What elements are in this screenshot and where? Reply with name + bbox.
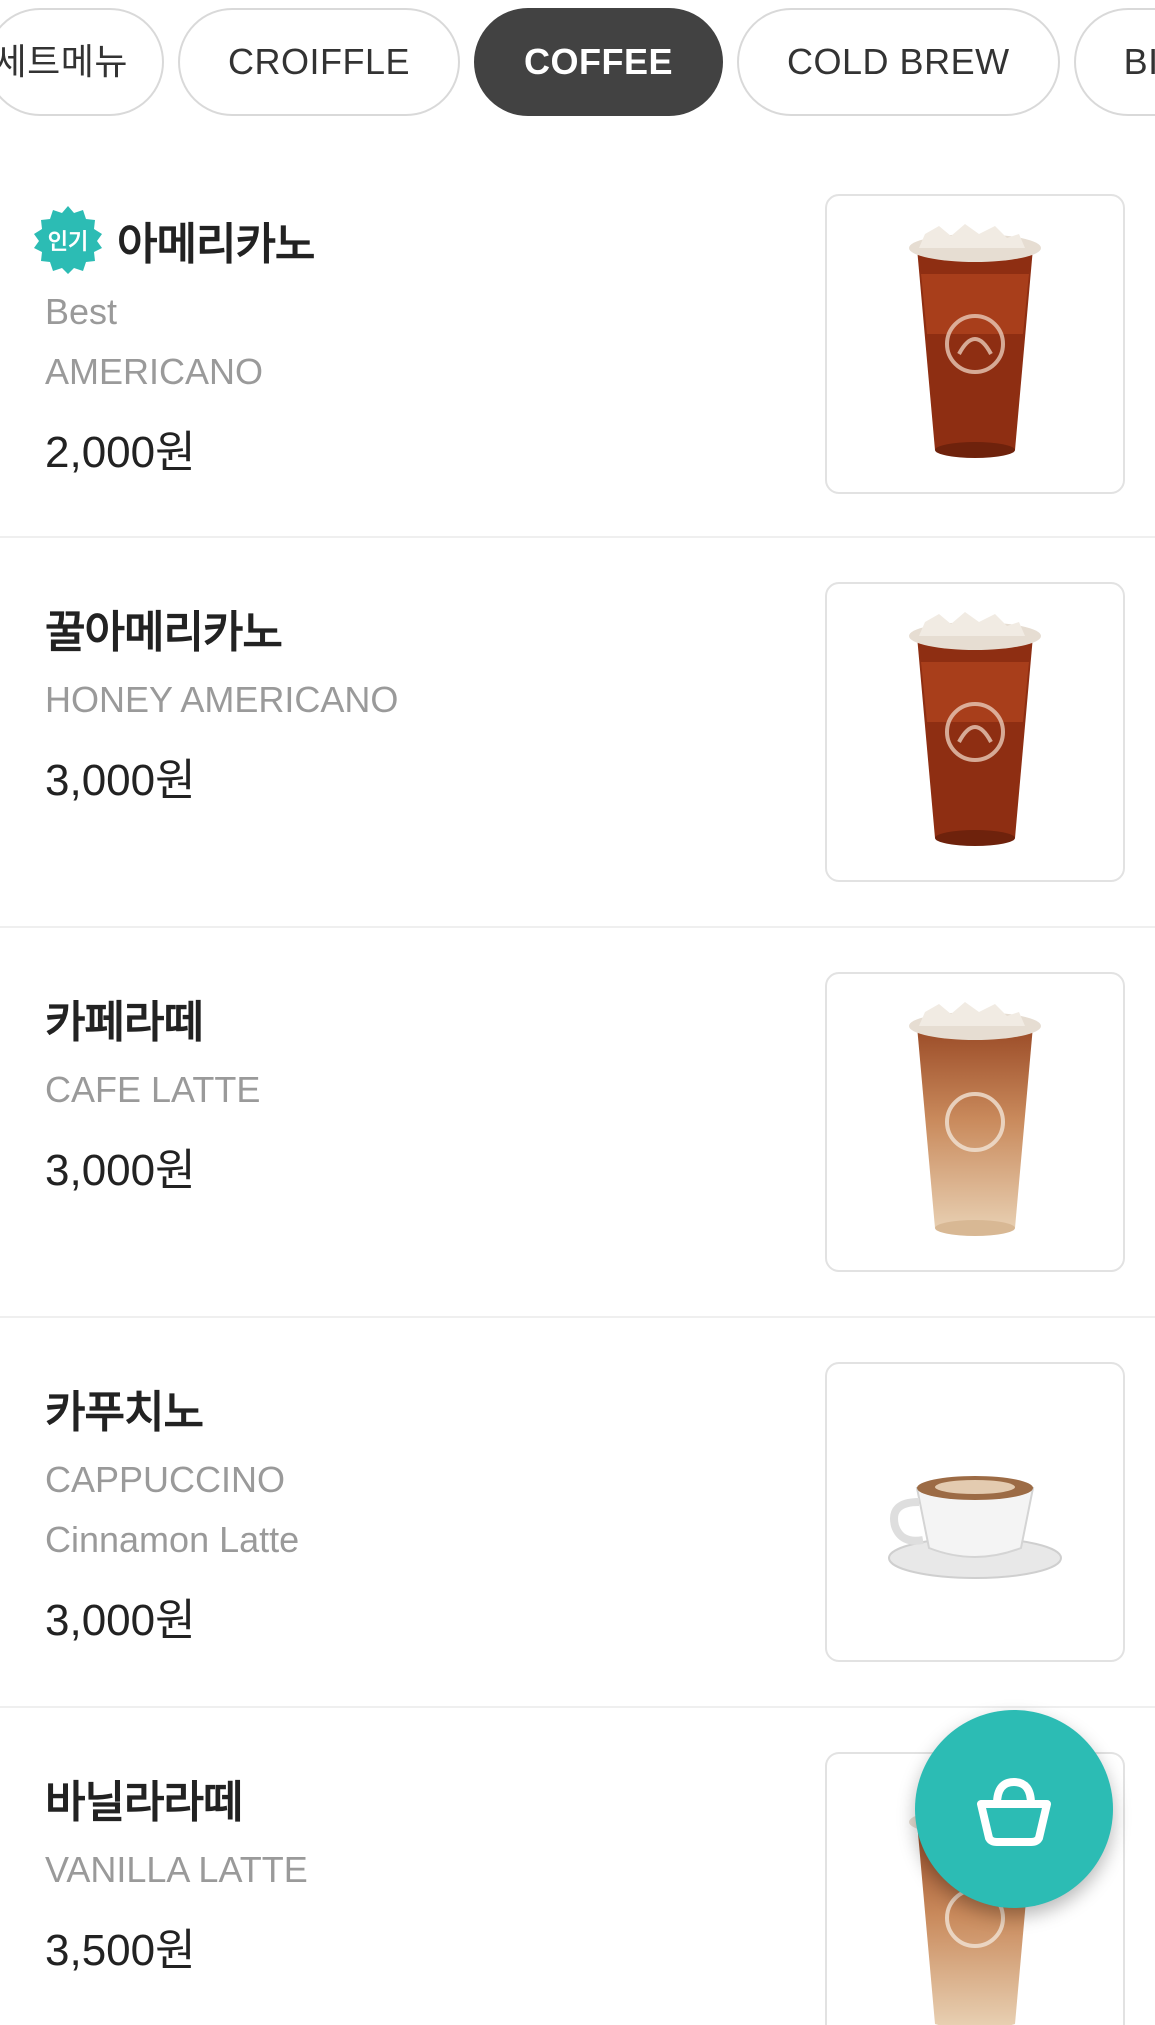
tab-set-menu[interactable]: 세트메뉴	[0, 8, 164, 116]
item-name: 아메리카노	[117, 219, 315, 270]
item-name: 꿀아메리카노	[45, 607, 283, 658]
item-image[interactable]	[825, 582, 1125, 882]
popular-badge-icon: 인기	[34, 206, 102, 274]
menu-item-cappuccino[interactable]: 카푸치노 CAPPUCCINO Cinnamon Latte 3,000원	[0, 1318, 1155, 1708]
item-text: 인기 아메리카노 Best AMERICANO 2,000원	[34, 204, 315, 480]
item-name-row: 인기 아메리카노	[34, 204, 315, 276]
item-english-name: CAFE LATTE	[45, 1069, 261, 1110]
item-name-row: 카페라떼	[45, 982, 260, 1054]
menu-item-honey-americano[interactable]: 꿀아메리카노 HONEY AMERICANO 3,000원	[0, 538, 1155, 928]
item-price: 3,000원	[45, 1596, 196, 1645]
item-price: 2,000원	[45, 428, 196, 477]
item-english-name-line2: AMERICANO	[45, 351, 264, 392]
cappuccino-cup-image	[888, 1476, 1062, 1579]
category-tabs: 세트메뉴 CROIFFLE COFFEE COLD BREW BIG	[0, 8, 1155, 116]
item-english-name: CAPPUCCINO	[45, 1459, 286, 1500]
item-text: 꿀아메리카노 HONEY AMERICANO 3,000원	[45, 592, 398, 808]
iced-americano-image	[909, 224, 1041, 458]
popular-badge: 인기	[33, 205, 103, 275]
item-english-name: Best	[45, 291, 118, 332]
item-image[interactable]	[825, 194, 1125, 494]
shopping-basket-icon	[977, 1777, 1051, 1846]
item-name-row: 카푸치노	[45, 1372, 299, 1444]
item-price: 3,000원	[45, 756, 196, 805]
item-english-name-line2: Cinnamon Latte	[45, 1519, 300, 1560]
tab-cold-brew[interactable]: COLD BREW	[737, 8, 1060, 116]
item-text: 바닐라라떼 VANILLA LATTE 3,500원	[45, 1762, 308, 1978]
item-name: 바닐라라떼	[45, 1777, 243, 1828]
menu-item-cafe-latte[interactable]: 카페라떼 CAFE LATTE 3,000원	[0, 928, 1155, 1318]
item-name: 카푸치노	[45, 1387, 204, 1438]
tab-big[interactable]: BIG	[1073, 8, 1155, 116]
tab-coffee[interactable]: COFFEE	[474, 8, 724, 116]
popular-badge-label: 인기	[48, 230, 88, 255]
item-name: 카페라떼	[45, 997, 204, 1048]
item-text: 카푸치노 CAPPUCCINO Cinnamon Latte 3,000원	[45, 1372, 299, 1648]
item-text: 카페라떼 CAFE LATTE 3,000원	[45, 982, 260, 1198]
cart-button[interactable]	[915, 1710, 1113, 1908]
iced-americano-image	[909, 612, 1041, 846]
tab-croiffle[interactable]: CROIFFLE	[178, 8, 461, 116]
item-price: 3,500원	[45, 1926, 196, 1975]
item-image[interactable]	[825, 972, 1125, 1272]
item-image[interactable]	[825, 1362, 1125, 1662]
item-price: 3,000원	[45, 1146, 196, 1195]
item-english-name: HONEY AMERICANO	[45, 679, 399, 720]
menu-page: 세트메뉴 CROIFFLE COFFEE COLD BREW BIG 인기 아메…	[0, 0, 1155, 2025]
menu-item-americano[interactable]: 인기 아메리카노 Best AMERICANO 2,000원	[0, 150, 1155, 538]
item-name-row: 꿀아메리카노	[45, 592, 398, 664]
item-english-name: VANILLA LATTE	[45, 1849, 308, 1890]
iced-latte-image	[909, 1002, 1041, 1236]
item-name-row: 바닐라라떼	[45, 1762, 308, 1834]
